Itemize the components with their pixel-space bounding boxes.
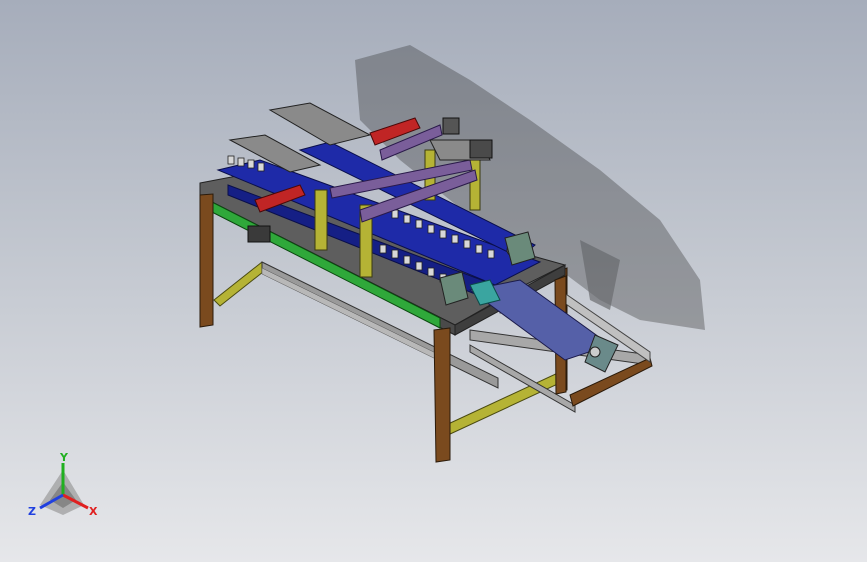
x-axis-label: X [89,505,98,518]
model-view[interactable]: Y X Z [0,0,867,562]
cad-viewport[interactable]: Y X Z [0,0,867,562]
y-axis-label: Y [59,451,69,464]
z-axis-label: Z [28,505,36,518]
axis-triad[interactable]: Y X Z [28,451,98,518]
